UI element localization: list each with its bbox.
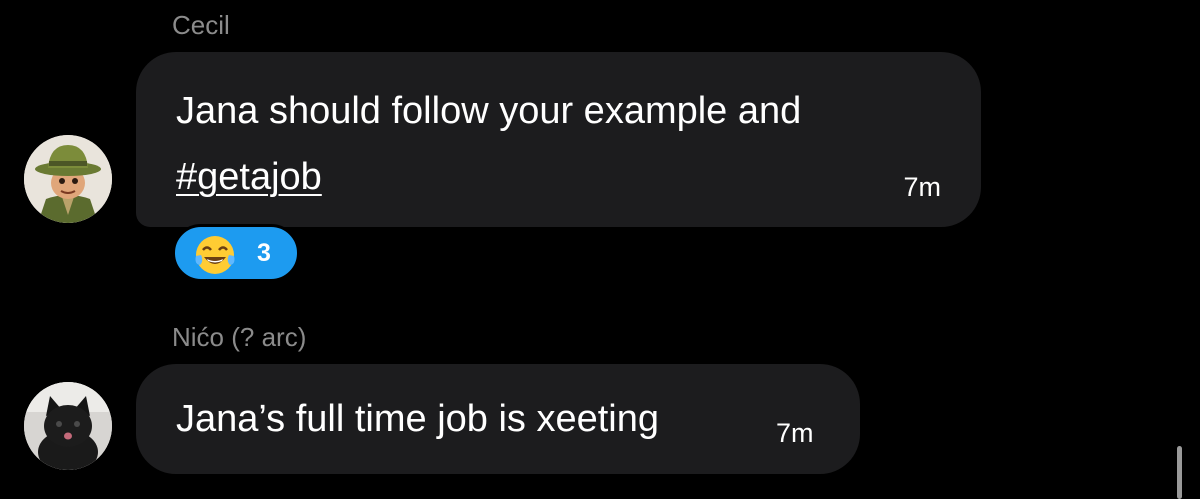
face-with-tears-of-joy-icon <box>195 236 235 274</box>
cartoon-boy-hat-avatar-icon <box>24 135 112 223</box>
scrollbar[interactable] <box>1177 446 1182 499</box>
reaction-count: 3 <box>257 239 271 267</box>
sender-name: Cecil <box>172 10 230 40</box>
reaction-pill[interactable]: 3 <box>172 224 300 282</box>
avatar[interactable] <box>24 135 112 223</box>
avatar[interactable] <box>24 382 112 470</box>
message-text: Jana’s full time job is xeeting <box>176 398 659 440</box>
message-bubble[interactable]: Jana’s full time job is xeeting 7m <box>136 364 860 474</box>
sender-name: Nićo (? arc) <box>172 322 307 352</box>
message-timestamp: 7m <box>903 172 941 202</box>
message-timestamp: 7m <box>776 418 814 448</box>
hashtag-link[interactable]: #getajob <box>176 144 322 210</box>
message-text: Jana should follow your example and <box>176 90 802 132</box>
black-kitten-avatar-icon <box>24 382 112 470</box>
message-bubble[interactable]: Jana should follow your example and #get… <box>136 52 981 227</box>
